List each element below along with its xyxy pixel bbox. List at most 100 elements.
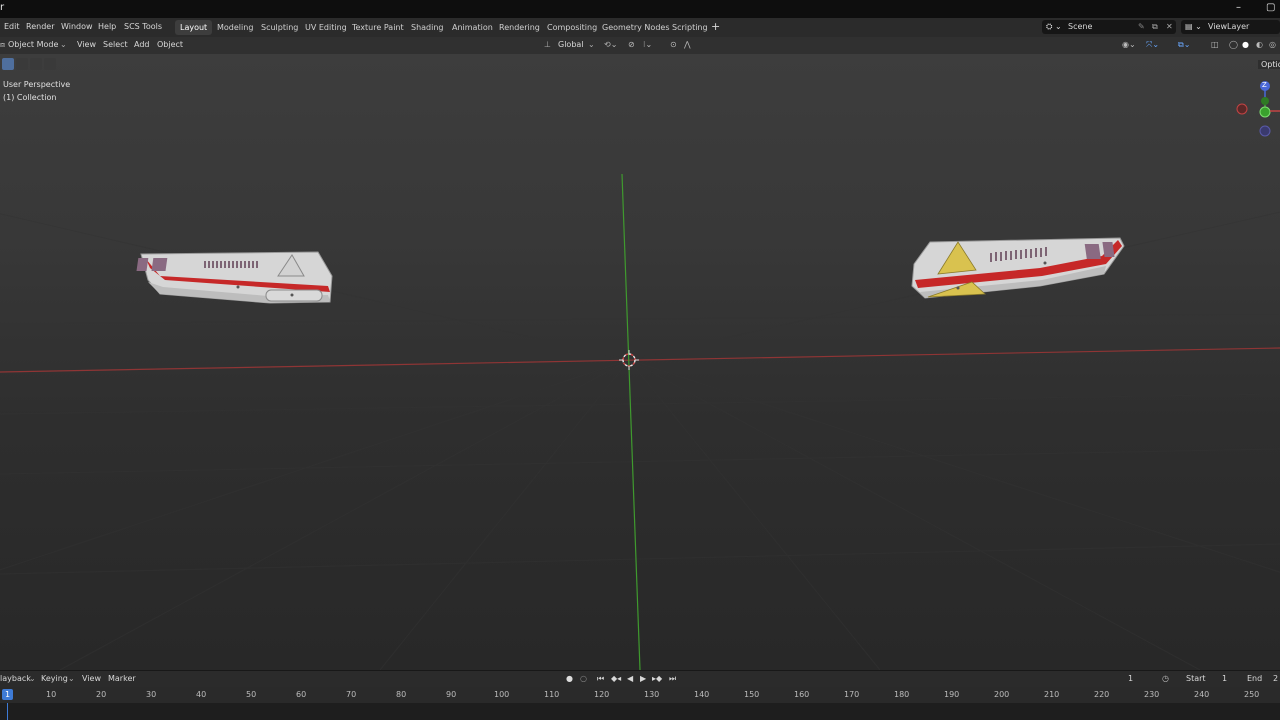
3d-viewport[interactable]: User Perspective (1) Collection Option Z bbox=[0, 54, 1280, 670]
transform-orientation-selector[interactable]: Global bbox=[558, 40, 584, 49]
falloff-icon[interactable]: ⋀ bbox=[684, 40, 691, 49]
menu-view[interactable]: View bbox=[77, 40, 96, 49]
marker-menu[interactable]: Marker bbox=[108, 674, 136, 683]
ruler-tick: 220 bbox=[1094, 690, 1110, 699]
play-icon[interactable]: ▶ bbox=[640, 674, 646, 683]
tab-rendering[interactable]: Rendering bbox=[494, 20, 545, 35]
ruler-tick: 240 bbox=[1194, 690, 1210, 699]
menu-window[interactable]: Window bbox=[61, 22, 93, 31]
solid-shading-icon[interactable]: ● bbox=[1242, 40, 1249, 49]
chevron-down-icon: ⌄ bbox=[588, 40, 595, 49]
gizmo-toggle-icon[interactable]: ⤧⌄ bbox=[1146, 40, 1159, 50]
ruler-tick: 40 bbox=[196, 690, 207, 699]
pin-icon[interactable]: ✎ bbox=[1138, 20, 1145, 34]
ruler-tick: 70 bbox=[346, 690, 357, 699]
ruler-tick: 130 bbox=[644, 690, 660, 699]
active-collection-label: (1) Collection bbox=[3, 93, 57, 102]
timeline-track-area[interactable] bbox=[0, 703, 1280, 720]
view-layer-icon: ▤ ⌄ bbox=[1185, 22, 1202, 31]
record-icon[interactable]: ● bbox=[566, 674, 573, 683]
menu-scs-tools[interactable]: SCS Tools bbox=[124, 22, 162, 31]
gizmo-neg-x-icon[interactable] bbox=[1236, 103, 1248, 115]
timeline-header: layback ⌄ Keying ⌄ View Marker ● ○ ⏮ ◆◂ … bbox=[0, 670, 1280, 687]
gizmo-neg-z-icon[interactable] bbox=[1259, 125, 1271, 137]
select-new-icon[interactable] bbox=[2, 58, 14, 70]
clock-icon[interactable]: ◷ bbox=[1162, 674, 1169, 683]
menu-object[interactable]: Object bbox=[157, 40, 183, 49]
top-menu-bar: Edit Render Window Help SCS Tools Layout… bbox=[0, 18, 1280, 37]
floor-grid bbox=[0, 211, 1280, 670]
snap-icon[interactable]: ⊘ bbox=[628, 40, 635, 49]
add-workspace-button[interactable]: + bbox=[711, 20, 720, 33]
keyframe-icon[interactable]: ○ bbox=[580, 674, 587, 683]
tail-lamp-right[interactable] bbox=[911, 237, 1125, 299]
select-subtract-icon[interactable] bbox=[30, 58, 42, 70]
tab-shading[interactable]: Shading bbox=[406, 20, 449, 35]
viewport-header: ⧈ Object Mode ⌄ View Select Add Object ⊥… bbox=[0, 37, 1280, 54]
pivot-icon[interactable]: ⟲⌄ bbox=[604, 40, 617, 49]
select-intersect-icon[interactable] bbox=[44, 58, 56, 70]
tab-modeling[interactable]: Modeling bbox=[212, 20, 258, 35]
close-icon[interactable]: ✕ bbox=[1166, 20, 1173, 34]
tab-texture-paint[interactable]: Texture Paint bbox=[347, 20, 409, 35]
play-reverse-icon[interactable]: ◀ bbox=[627, 674, 633, 683]
minimize-button[interactable]: – bbox=[1236, 2, 1241, 13]
start-frame-field[interactable]: 1 bbox=[1222, 674, 1227, 683]
timeline-ruler[interactable]: 1 10 20 30 40 50 60 70 80 90 100 110 120… bbox=[0, 687, 1280, 703]
wireframe-shading-icon[interactable]: ◯ bbox=[1229, 40, 1238, 49]
ruler-tick: 50 bbox=[246, 690, 257, 699]
jump-end-icon[interactable]: ⏭ bbox=[669, 674, 676, 684]
ruler-tick: 150 bbox=[744, 690, 760, 699]
tab-sculpting[interactable]: Sculpting bbox=[256, 20, 303, 35]
select-extend-icon[interactable] bbox=[16, 58, 28, 70]
gizmo-y-icon[interactable] bbox=[1261, 97, 1269, 105]
maximize-button[interactable]: ▢ bbox=[1266, 2, 1275, 13]
material-shading-icon[interactable]: ◐ bbox=[1256, 40, 1263, 49]
ruler-tick: 30 bbox=[146, 690, 157, 699]
x-axis-line bbox=[0, 347, 1280, 373]
menu-render[interactable]: Render bbox=[26, 22, 54, 31]
tab-geometry-nodes[interactable]: Geometry Nodes bbox=[597, 20, 674, 35]
ruler-tick: 200 bbox=[994, 690, 1010, 699]
navigation-gizmo[interactable] bbox=[1236, 81, 1280, 137]
ruler-tick: 120 bbox=[594, 690, 610, 699]
mode-selector[interactable]: Object Mode bbox=[8, 40, 58, 49]
overlay-toggle-icon[interactable]: ⧉⌄ bbox=[1178, 40, 1190, 50]
scene-selector[interactable]: ⛭ ⌄ Scene ✎ ⧉ ✕ bbox=[1042, 20, 1176, 34]
tail-lamp-left[interactable] bbox=[136, 251, 333, 304]
menu-select[interactable]: Select bbox=[103, 40, 128, 49]
current-frame-field[interactable]: 1 bbox=[1128, 674, 1133, 683]
ruler-tick: 180 bbox=[894, 690, 910, 699]
app-logo-fragment: r bbox=[0, 2, 5, 13]
visibility-icon[interactable]: ◉⌄ bbox=[1122, 40, 1136, 49]
current-frame-indicator[interactable]: 1 bbox=[2, 689, 13, 700]
ruler-tick: 100 bbox=[494, 690, 510, 699]
playback-menu[interactable]: layback bbox=[0, 674, 31, 683]
snap-target-icon[interactable]: ⁝⌄ bbox=[643, 40, 652, 49]
menu-add[interactable]: Add bbox=[134, 40, 150, 49]
gizmo-z-label: Z bbox=[1262, 81, 1267, 89]
tab-animation[interactable]: Animation bbox=[447, 20, 498, 35]
keying-menu[interactable]: Keying bbox=[41, 674, 68, 683]
rendered-shading-icon[interactable]: ◎ bbox=[1269, 40, 1276, 49]
chevron-down-icon: ⌄ bbox=[29, 674, 36, 683]
options-button[interactable]: Option bbox=[1258, 60, 1280, 69]
tab-compositing[interactable]: Compositing bbox=[542, 20, 602, 35]
timeline-view-menu[interactable]: View bbox=[82, 674, 101, 683]
tab-scripting[interactable]: Scripting bbox=[667, 20, 713, 35]
end-frame-field[interactable]: 2 bbox=[1273, 674, 1278, 683]
y-axis-line bbox=[621, 173, 641, 670]
jump-start-icon[interactable]: ⏮ bbox=[597, 674, 604, 684]
prev-keyframe-icon[interactable]: ◆◂ bbox=[611, 674, 621, 683]
proportional-edit-icon[interactable]: ⊙ bbox=[670, 40, 677, 49]
xray-icon[interactable]: ◫ bbox=[1211, 40, 1219, 49]
tab-uv-editing[interactable]: UV Editing bbox=[300, 20, 352, 35]
next-keyframe-icon[interactable]: ▸◆ bbox=[652, 674, 662, 683]
view-layer-selector[interactable]: ▤ ⌄ ViewLayer bbox=[1181, 20, 1280, 34]
menu-edit[interactable]: Edit bbox=[4, 22, 20, 31]
ruler-tick: 230 bbox=[1144, 690, 1160, 699]
gizmo-neg-y-icon[interactable] bbox=[1259, 106, 1271, 118]
tab-layout[interactable]: Layout bbox=[175, 20, 213, 35]
new-scene-icon[interactable]: ⧉ bbox=[1152, 20, 1158, 34]
menu-help[interactable]: Help bbox=[98, 22, 116, 31]
